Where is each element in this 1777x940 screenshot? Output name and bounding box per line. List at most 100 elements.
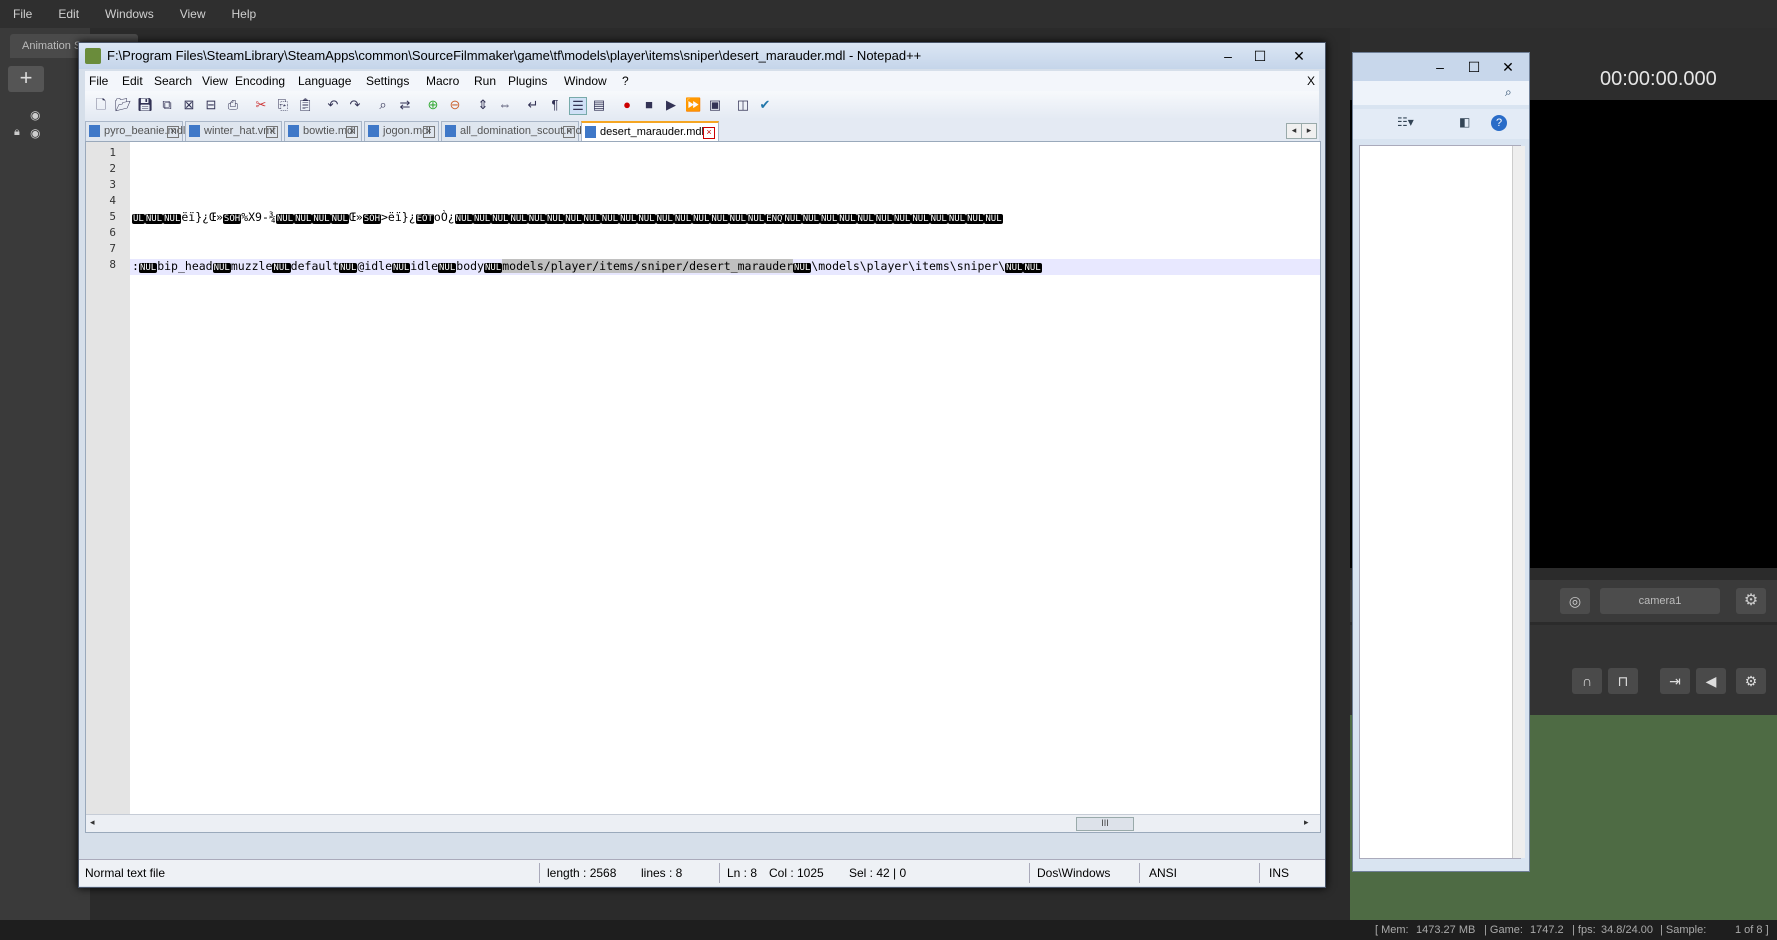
open-file-icon[interactable]: 📂︎ [115,97,132,113]
sfm-menu-help[interactable]: Help [219,7,270,21]
notepadpp-window: F:\Program Files\SteamLibrary\SteamApps\… [78,42,1326,888]
help-icon[interactable]: ? [1491,115,1507,131]
sfm-menu-view[interactable]: View [167,7,219,21]
speaker-icon[interactable]: ◀ [1696,668,1726,694]
magnet-icon[interactable]: ∩ [1572,668,1602,694]
view-options-icon[interactable]: ☷▾ [1397,115,1414,129]
npp-menu-encoding[interactable]: Encoding [235,74,285,88]
zoom-out-icon[interactable]: ⊖ [447,97,463,113]
close-icon[interactable]: × [703,127,715,139]
save-macro-icon[interactable]: ▣ [707,97,723,113]
magnet-lock-icon[interactable]: ⊓ [1608,668,1638,694]
scrollbar-thumb[interactable]: III [1076,817,1134,831]
find-icon[interactable]: ⌕ [375,97,391,113]
save-all-icon[interactable]: ⧉ [159,97,175,113]
tab-desert-marauder[interactable]: desert_marauder.mdl × [581,121,719,141]
close-icon[interactable]: × [563,126,575,138]
zoom-in-icon[interactable]: ⊕ [425,97,441,113]
user-lang-icon[interactable]: ▤ [591,97,607,113]
record-macro-icon[interactable]: ● [619,97,635,113]
explorer-window: – ☐ ✕ ⌕ ☷▾ ◧ ? [1352,52,1530,872]
indent-guide-icon[interactable]: ☰ [569,97,587,115]
tab-all-domination-scout[interactable]: all_domination_scout.mdl × [441,121,584,141]
close-icon[interactable]: ✕ [1495,58,1521,76]
npp-menu-help[interactable]: ? [622,74,629,88]
print-icon[interactable]: ⎙ [225,97,241,113]
tab-winter-hat[interactable]: winter_hat.vmt × [185,121,282,141]
tab-scroll-left-icon[interactable]: ◂ [1286,123,1302,139]
lock-icon[interactable]: 🔒︎ [14,126,20,139]
play-macro-icon[interactable]: ▶ [663,97,679,113]
explorer-scrollbar[interactable] [1512,146,1525,858]
undo-icon[interactable]: ↶ [325,97,341,113]
explorer-file-list[interactable] [1359,145,1525,859]
npp-editor[interactable]: 1 2 3 4 5 6 7 8 UL NUL NULëï}¿Œ»SOH%X9-¾NU… [85,141,1321,833]
tab-jogon[interactable]: jogon.mdl × [364,121,439,141]
preview-pane-icon[interactable]: ◧ [1459,115,1470,129]
scroll-right-icon[interactable]: ▸ [1304,817,1314,829]
horizontal-scrollbar[interactable]: ◂ III ▸ [86,814,1320,832]
sfm-menu-windows[interactable]: Windows [92,7,167,21]
eye-icon[interactable]: ◉ [30,126,40,140]
npp-menu-file[interactable]: File [89,74,108,88]
npp-menu-settings[interactable]: Settings [366,74,409,88]
npp-menu-run[interactable]: Run [474,74,496,88]
close-icon[interactable]: ✕ [1279,47,1319,65]
status-column: Col : 1025 [769,866,824,880]
close-icon[interactable]: × [167,126,179,138]
plugin-icon[interactable]: ◫ [735,97,751,113]
npp-close-doc[interactable]: X [1307,74,1315,88]
close-file-icon[interactable]: ⊠ [181,97,197,113]
status-line-number: Ln : 8 [727,866,758,880]
camera-select[interactable]: camera1 [1600,588,1720,614]
save-icon[interactable]: 💾︎ [137,97,154,113]
npp-titlebar[interactable]: F:\Program Files\SteamLibrary\SteamApps\… [79,43,1325,69]
tab-scroll-right-icon[interactable]: ▸ [1301,123,1317,139]
paste-icon[interactable]: 📋︎ [297,97,314,113]
sfm-menu-edit[interactable]: Edit [45,7,92,21]
target-icon[interactable]: ◎ [1560,588,1590,614]
npp-menu-view[interactable]: View [202,74,228,88]
scroll-left-icon[interactable]: ◂ [90,817,100,829]
gear-icon[interactable]: ⚙ [1736,588,1766,614]
replace-icon[interactable]: ⇄ [397,97,413,113]
new-file-icon[interactable]: 🗋 [93,97,109,113]
gear-icon[interactable]: ⚙ [1736,668,1766,694]
code-line-5[interactable]: UL NUL NULëï}¿Œ»SOH%X9-¾NUL NUL NUL NULŒ»SOH>… [132,210,1318,224]
search-icon[interactable]: ⌕ [1505,85,1512,100]
maximize-icon[interactable]: ☐ [1247,47,1273,65]
run-macro-multiple-icon[interactable]: ⏩ [685,97,701,113]
tab-bowtie[interactable]: bowtie.mdl × [284,121,362,141]
npp-menu-edit[interactable]: Edit [122,74,143,88]
npp-menu-search[interactable]: Search [154,74,192,88]
skip-end-icon[interactable]: ⇥ [1660,668,1690,694]
close-all-icon[interactable]: ⊟ [203,97,219,113]
close-icon[interactable]: × [423,126,435,138]
sfm-add-button[interactable]: + [8,66,44,92]
npp-menu-plugins[interactable]: Plugins [508,74,547,88]
close-icon[interactable]: × [346,126,358,138]
spell-check-icon[interactable]: ✔ [757,97,773,113]
sfm-menu-file[interactable]: File [0,7,45,21]
minimize-icon[interactable]: – [1215,47,1241,65]
eye-icon[interactable]: ◉ [30,108,40,122]
stop-macro-icon[interactable]: ■ [641,97,657,113]
npp-menu-macro[interactable]: Macro [426,74,459,88]
redo-icon[interactable]: ↷ [347,97,363,113]
copy-icon[interactable]: ⎘ [275,97,291,113]
sync-horizontal-icon[interactable]: ⇔ [497,97,513,113]
sync-vertical-icon[interactable]: ⇕ [475,97,491,113]
npp-menu-language[interactable]: Language [298,74,351,88]
explorer-addressbar[interactable]: ⌕ [1353,81,1529,105]
cut-icon[interactable]: ✂ [253,97,269,113]
tab-pyro-beanie[interactable]: pyro_beanie.mdl × [85,121,185,141]
maximize-icon[interactable]: ☐ [1461,58,1487,76]
line-number: 3 [109,178,116,191]
close-icon[interactable]: × [266,126,278,138]
code-line-8[interactable]: :NULbip_headNULmuzzleNULdefaultNUL@idleN… [132,259,1318,273]
minimize-icon[interactable]: – [1427,58,1453,76]
word-wrap-icon[interactable]: ↵ [525,97,541,113]
nul-char: NUL [710,214,729,224]
npp-menu-window[interactable]: Window [564,74,607,88]
show-all-chars-icon[interactable]: ¶ [547,97,563,113]
